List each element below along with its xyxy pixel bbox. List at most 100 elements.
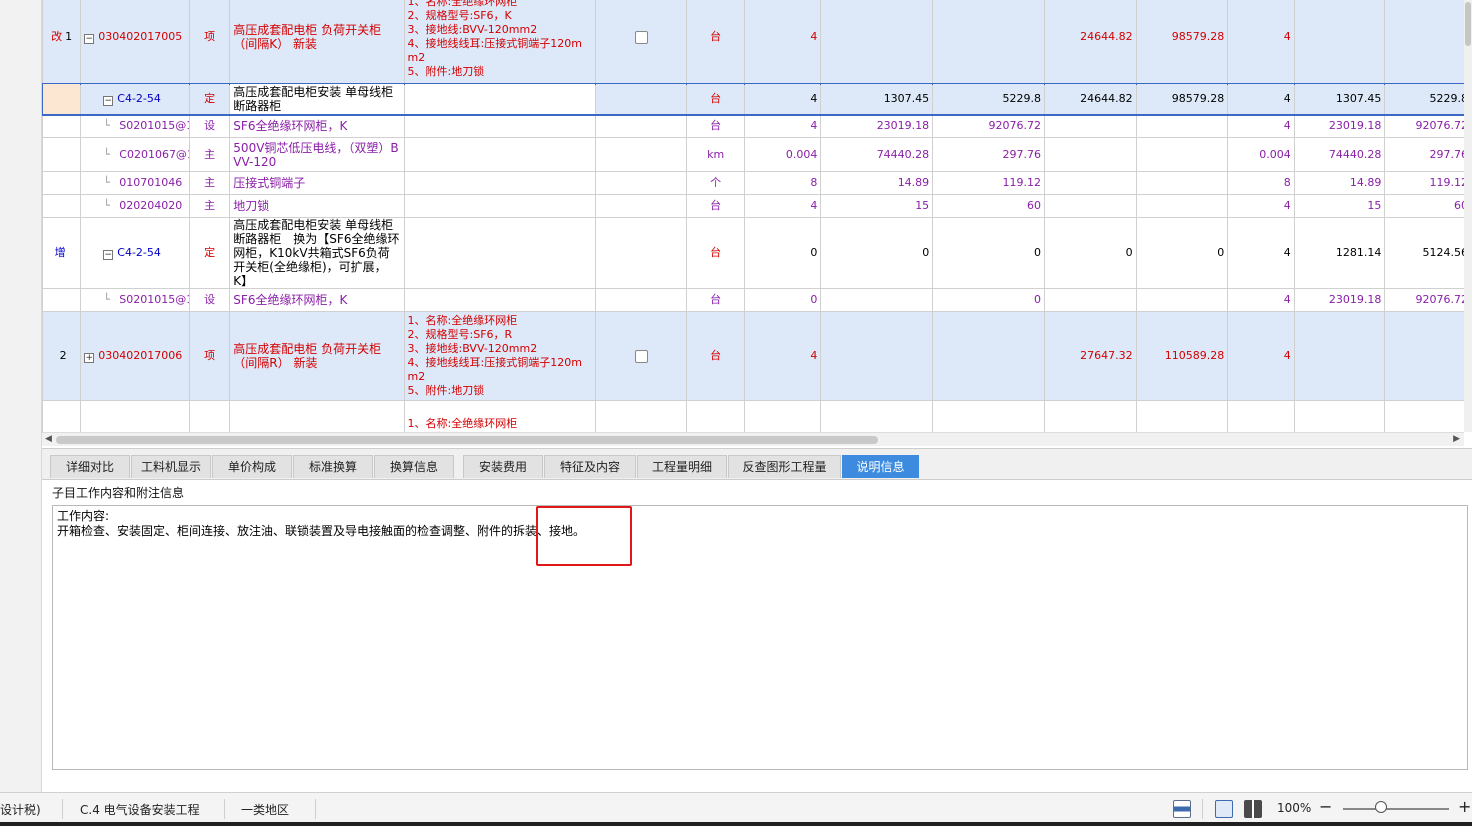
vertical-scrollbar[interactable] bbox=[1464, 0, 1472, 432]
checkbox-cell[interactable] bbox=[594, 400, 688, 432]
horizontal-scroll-thumb[interactable] bbox=[56, 436, 878, 444]
quantity2-cell[interactable]: 4 bbox=[1227, 114, 1295, 138]
composite-price-cell[interactable] bbox=[1043, 114, 1137, 138]
price2-cell[interactable] bbox=[1293, 400, 1386, 432]
total-price-cell[interactable]: 0 bbox=[932, 288, 1045, 312]
price2-cell[interactable]: 23019.18 bbox=[1293, 288, 1386, 312]
total2-cell[interactable] bbox=[1384, 400, 1464, 432]
table-row[interactable]: └ 010701046 主压接式铜端子个 8 14.89 119.12 8 14.89 119.… bbox=[42, 171, 1464, 195]
price2-cell[interactable]: 23019.18 bbox=[1293, 114, 1386, 138]
table-row[interactable]: − C4-2-54 定高压成套配电柜安装 单母线柜 断路器柜台 4 1307.45 522… bbox=[42, 82, 1464, 116]
unit-cell[interactable]: 台 bbox=[686, 311, 745, 401]
item-name-cell[interactable]: 压接式铜端子 bbox=[229, 171, 405, 195]
quantity-cell[interactable]: 8 bbox=[743, 171, 822, 195]
table-row[interactable]: └ C0201067@1 主 500V铜芯低压电线，（双塑）BVV-120 km 0.00… bbox=[42, 137, 1464, 172]
quantity-cell[interactable]: 4 bbox=[743, 0, 822, 84]
checkbox-cell[interactable] bbox=[594, 217, 688, 289]
tab-1[interactable]: 工料机显示 bbox=[131, 455, 211, 478]
code-cell[interactable]: − C4-2-54 bbox=[80, 83, 191, 115]
item-name-cell[interactable]: 高压成套配电柜安装 单母线柜 断路器柜 bbox=[229, 83, 405, 115]
item-type-cell[interactable]: 设 bbox=[189, 288, 231, 312]
total-price-cell[interactable] bbox=[932, 400, 1045, 432]
unit-price-cell[interactable] bbox=[820, 0, 934, 84]
zoom-slider-track[interactable] bbox=[1343, 808, 1449, 810]
composite-total-cell[interactable]: 110589.28 bbox=[1135, 311, 1229, 401]
table-row[interactable]: 1、名称:全绝缘环网柜2、规格型号:SF6，D，630A bbox=[42, 400, 1464, 432]
price2-cell[interactable]: 1281.14 bbox=[1293, 217, 1386, 289]
table-row[interactable]: 2 +030402017006 项高压成套配电柜 负荷开关柜（间隔R） 新装 1、名称… bbox=[42, 311, 1464, 401]
unit-cell[interactable]: 台 bbox=[686, 288, 745, 312]
unit-cell[interactable]: 个 bbox=[686, 171, 745, 195]
tab-8[interactable]: 反查图形工程量 bbox=[728, 455, 841, 478]
tab-0[interactable]: 详细对比 bbox=[50, 455, 130, 478]
row-mark-cell[interactable] bbox=[42, 83, 82, 115]
row-mark-cell[interactable] bbox=[42, 137, 82, 172]
code-cell[interactable]: └ C0201067@1 bbox=[80, 137, 191, 172]
row-mark-cell[interactable] bbox=[42, 171, 82, 195]
table-row[interactable]: 改 1−030402017005 项高压成套配电柜 负荷开关柜（间隔K） 新装 1、名… bbox=[42, 0, 1464, 84]
total-price-cell[interactable]: 0 bbox=[932, 217, 1045, 289]
table-row[interactable]: └020204020主地刀锁台4156041560 bbox=[42, 194, 1464, 218]
quantity2-cell[interactable]: 4 bbox=[1227, 83, 1295, 115]
unit-cell[interactable]: 台 bbox=[686, 194, 745, 218]
total-price-cell[interactable]: 297.76 bbox=[932, 137, 1045, 172]
item-feature-cell[interactable]: 1、名称:全绝缘环网柜 2、规格型号:SF6，R 3、接地线:BVV-120mm2 4… bbox=[403, 311, 596, 401]
composite-price-cell[interactable]: 24644.82 bbox=[1043, 83, 1137, 115]
quantity2-cell[interactable] bbox=[1227, 400, 1295, 432]
tab-9[interactable]: 说明信息 bbox=[842, 455, 919, 478]
composite-price-cell[interactable]: 27647.32 bbox=[1043, 311, 1137, 401]
item-feature-cell[interactable]: 1、名称:全绝缘环网柜2、规格型号:SF6，D，630A bbox=[403, 400, 596, 432]
tab-3[interactable]: 标准换算 bbox=[293, 455, 373, 478]
total2-cell[interactable]: 92076.72 bbox=[1384, 288, 1464, 312]
layout-split-active-icon[interactable] bbox=[1215, 800, 1233, 818]
quantity-cell[interactable]: 0.004 bbox=[743, 137, 822, 172]
unit-cell[interactable]: km bbox=[686, 137, 745, 172]
row-checkbox[interactable] bbox=[634, 349, 648, 363]
item-type-cell[interactable]: 设 bbox=[189, 114, 231, 138]
item-name-cell[interactable]: 地刀锁 bbox=[229, 194, 405, 218]
item-feature-cell[interactable] bbox=[403, 217, 596, 289]
collapse-minus-icon[interactable]: − bbox=[84, 34, 95, 44]
item-name-cell[interactable]: 500V铜芯低压电线，（双塑）BVV-120 bbox=[229, 137, 405, 172]
item-feature-cell[interactable] bbox=[403, 288, 596, 312]
item-type-cell[interactable]: 项 bbox=[189, 311, 231, 401]
total-price-cell[interactable]: 5229.8 bbox=[932, 83, 1045, 115]
composite-price-cell[interactable]: 24644.82 bbox=[1043, 0, 1137, 84]
zoom-in-icon[interactable]: + bbox=[1458, 797, 1471, 816]
total2-cell[interactable]: 297.76 bbox=[1384, 137, 1464, 172]
item-type-cell[interactable]: 主 bbox=[189, 137, 231, 172]
composite-total-cell[interactable] bbox=[1135, 400, 1229, 432]
unit-price-cell[interactable] bbox=[820, 400, 934, 432]
item-feature-cell[interactable] bbox=[403, 194, 596, 218]
scroll-left-icon[interactable]: ◀ bbox=[45, 434, 52, 444]
unit-cell[interactable]: 台 bbox=[686, 114, 745, 138]
tab-2[interactable]: 单价构成 bbox=[212, 455, 292, 478]
tab-6[interactable]: 特征及内容 bbox=[544, 455, 636, 478]
unit-price-cell[interactable] bbox=[820, 288, 934, 312]
item-name-cell[interactable] bbox=[229, 400, 405, 432]
total2-cell[interactable]: 5229.8 bbox=[1384, 83, 1464, 115]
item-feature-cell[interactable] bbox=[403, 114, 596, 138]
price2-cell[interactable] bbox=[1293, 311, 1386, 401]
code-cell[interactable]: └ S0201015@1 bbox=[80, 288, 191, 312]
total2-cell[interactable]: 5124.56 bbox=[1384, 217, 1464, 289]
quantity2-cell[interactable]: 8 bbox=[1227, 171, 1295, 195]
collapse-minus-icon[interactable]: − bbox=[103, 96, 114, 106]
item-name-cell[interactable]: SF6全绝缘环网柜，K bbox=[229, 114, 405, 138]
total-price-cell[interactable]: 60 bbox=[932, 194, 1045, 218]
row-mark-cell[interactable] bbox=[42, 194, 82, 218]
item-name-cell[interactable]: 高压成套配电柜 负荷开关柜（间隔K） 新装 bbox=[229, 0, 405, 84]
row-mark-cell[interactable] bbox=[42, 400, 82, 432]
total2-cell[interactable] bbox=[1384, 0, 1464, 84]
checkbox-cell[interactable] bbox=[594, 171, 688, 195]
unit-price-cell[interactable]: 15 bbox=[820, 194, 934, 218]
price2-cell[interactable]: 14.89 bbox=[1293, 171, 1386, 195]
composite-total-cell[interactable] bbox=[1135, 114, 1229, 138]
row-checkbox[interactable] bbox=[634, 30, 648, 44]
unit-price-cell[interactable]: 74440.28 bbox=[820, 137, 934, 172]
composite-total-cell[interactable]: 0 bbox=[1135, 217, 1229, 289]
checkbox-cell[interactable] bbox=[594, 194, 688, 218]
code-cell[interactable]: +030402017006 bbox=[80, 311, 191, 401]
code-cell[interactable]: └ 010701046 bbox=[80, 171, 191, 195]
tab-5[interactable]: 安装费用 bbox=[463, 455, 543, 478]
